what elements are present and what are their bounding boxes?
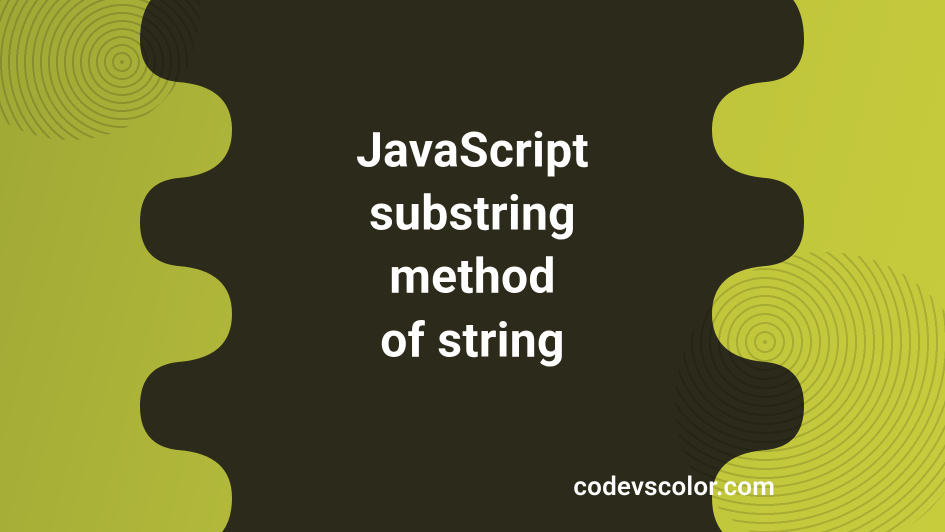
headline-text: JavaScript substring method of string bbox=[356, 118, 589, 371]
title-card: JavaScript substring method of string co… bbox=[0, 0, 945, 532]
site-watermark: codevscolor.com bbox=[573, 472, 775, 502]
